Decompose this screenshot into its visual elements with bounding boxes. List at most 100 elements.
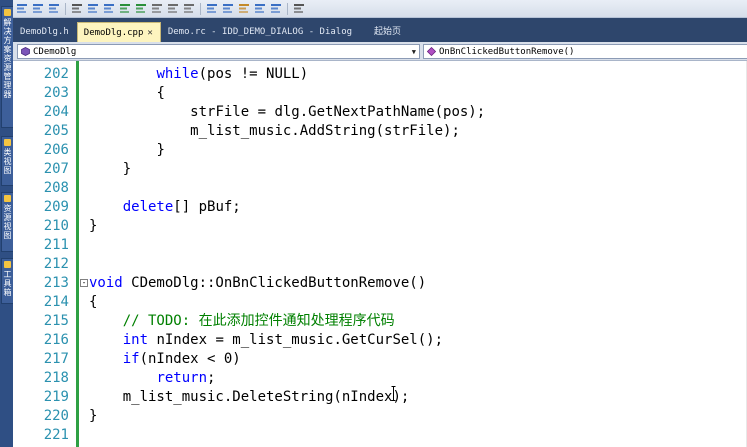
code-line: 209 delete[] pBuf; — [13, 198, 747, 217]
code-keyword: int — [122, 332, 149, 348]
code-text: { — [89, 293, 97, 312]
class-dropdown[interactable]: CDemoDlg ▼ — [17, 44, 420, 59]
code-text: delete[] pBuf; — [89, 198, 241, 217]
code-keyword: void — [89, 275, 123, 291]
code-token: m_list_music.AddString(strFile); — [190, 123, 460, 139]
space-down-icon[interactable] — [134, 2, 148, 15]
same-height-icon[interactable] — [166, 2, 180, 15]
code-line: 211 — [13, 236, 747, 255]
class-view-label: 类视图 — [3, 148, 12, 175]
code-text: int nIndex = m_list_music.GetCurSel(); — [89, 331, 443, 350]
code-token: } — [156, 142, 165, 158]
code-editor[interactable]: 202 while(pos != NULL) 203 {204 strFile =… — [13, 61, 747, 447]
code-line: 205 m_list_music.AddString(strFile); — [13, 122, 747, 141]
grid-icon[interactable] — [205, 2, 219, 15]
code-line: 214 { — [13, 293, 747, 312]
member-dropdown[interactable]: OnBnClickedButtonRemove() — [423, 44, 747, 59]
toolbar-separator — [65, 2, 66, 15]
code-token: (nIndex < 0) — [139, 351, 241, 367]
code-line: 208 — [13, 179, 747, 198]
line-number: 203 — [43, 85, 69, 101]
code-text: } — [89, 160, 131, 179]
code-text: } — [89, 141, 165, 160]
line-number: 211 — [43, 237, 69, 253]
code-token: { — [156, 85, 165, 101]
code-token: } — [89, 218, 98, 234]
align-right-icon[interactable] — [47, 2, 61, 15]
tab-demodlg-h[interactable]: DemoDlg.h — [14, 22, 76, 42]
method-icon — [427, 47, 436, 56]
tab-label: DemoDlg.h — [20, 27, 69, 37]
line-number: 212 — [43, 256, 69, 272]
toolbar-separator — [287, 2, 288, 15]
line-number: 221 — [43, 427, 69, 443]
code-line: 202 while(pos != NULL) — [13, 65, 747, 84]
code-token: (pos != NULL) — [198, 66, 309, 82]
code-line: 203 { — [13, 84, 747, 103]
line-number: 202 — [43, 66, 69, 82]
test-dialog-icon[interactable] — [269, 2, 283, 15]
more-icon[interactable] — [292, 2, 306, 15]
tab-demodlg-cpp[interactable]: DemoDlg.cpp ✕ — [76, 22, 161, 43]
code-line: 213 - void CDemoDlg::OnBnClickedButtonRemo… — [13, 274, 747, 293]
line-number: 215 — [43, 313, 69, 329]
code-text: m_list_music.AddString(strFile); — [89, 122, 460, 141]
code-keyword: return — [156, 370, 208, 386]
center-vertical-icon[interactable] — [86, 2, 100, 15]
toolbox-label: 工具箱 — [3, 270, 12, 297]
text-icon[interactable] — [70, 2, 84, 15]
line-number: 209 — [43, 199, 69, 215]
dialog-editor-toolbar — [13, 0, 747, 18]
line-number: 204 — [43, 104, 69, 120]
toolbox-icon — [4, 261, 11, 268]
class-view-icon — [4, 139, 11, 146]
center-horizontal-icon[interactable] — [102, 2, 116, 15]
code-line: 210} — [13, 217, 747, 236]
code-line: 207 } — [13, 160, 747, 179]
code-text: while(pos != NULL) — [89, 65, 308, 84]
close-icon[interactable]: ✕ — [147, 23, 152, 43]
line-number: 220 — [43, 408, 69, 424]
tab-label: DemoDlg.cpp — [83, 27, 144, 38]
line-number: 213 — [43, 275, 69, 291]
code-token: } — [89, 408, 98, 424]
collapse-icon[interactable]: - — [80, 279, 88, 287]
code-token: CDemoDlg::OnBnClickedButtonRemove() — [122, 275, 427, 291]
line-number: 214 — [43, 294, 69, 310]
line-number: 205 — [43, 123, 69, 139]
line-number: 207 — [43, 161, 69, 177]
align-top-icon[interactable] — [31, 2, 45, 15]
same-width-icon[interactable] — [150, 2, 164, 15]
tab-demo-rc-dialog[interactable]: Demo.rc - IDD_DEMO_DIALOG - Dialog — [162, 22, 359, 42]
chevron-down-icon: ▼ — [411, 48, 416, 56]
code-token: [] pBuf; — [173, 199, 241, 215]
code-token: } — [122, 161, 132, 177]
solution-explorer-icon — [4, 9, 11, 16]
line-number: 208 — [43, 180, 69, 196]
code-line: 204 strFile = dlg.GetNextPathName(pos); — [13, 103, 747, 122]
tool-window-sidebar: 解决方案资源管理器 类视图 资源视图 工具箱 — [0, 0, 14, 447]
guide-icon[interactable] — [237, 2, 251, 15]
code-line: 221 — [13, 426, 747, 445]
tab-order-icon[interactable] — [253, 2, 267, 15]
same-size-icon[interactable] — [182, 2, 196, 15]
ruler-icon[interactable] — [221, 2, 235, 15]
space-across-icon[interactable] — [118, 2, 132, 15]
document-tab-bar: DemoDlg.h DemoDlg.cpp ✕ Demo.rc - IDD_DE… — [13, 18, 747, 42]
align-left-icon[interactable] — [15, 2, 29, 15]
code-keyword: if — [122, 351, 140, 367]
resource-view-icon — [4, 195, 11, 202]
code-line: 217 if(nIndex < 0) — [13, 350, 747, 369]
code-text: if(nIndex < 0) — [89, 350, 241, 369]
code-line: 212 — [13, 255, 747, 274]
tab-label: 起始页 — [374, 27, 402, 37]
tab-start-page[interactable]: 起始页 — [368, 22, 408, 42]
line-number: 219 — [43, 389, 69, 405]
